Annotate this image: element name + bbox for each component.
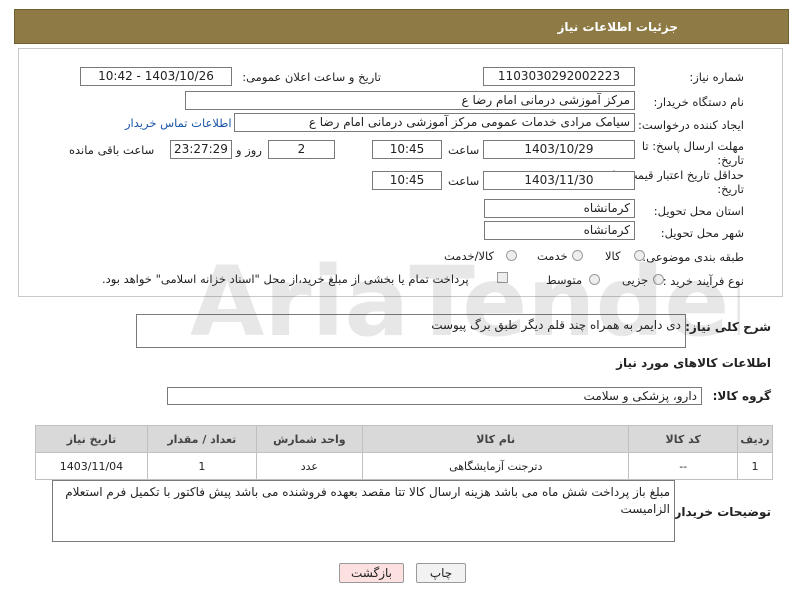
process-option-medium: متوسط: [546, 273, 583, 287]
goods-group-label: گروه کالا:: [712, 389, 771, 403]
category-option-goods-service: کالا/خدمت: [444, 249, 495, 263]
days-label: روز و: [236, 143, 262, 157]
cell-code: --: [628, 452, 738, 480]
buyer-contact-link[interactable]: اطلاعات تماس خریدار: [125, 116, 232, 130]
creator-field: سیامک مرادی خدمات عمومی مرکز آموزشی درما…: [234, 113, 635, 132]
col-unit: واحد شمارش: [255, 425, 364, 453]
col-name: نام کالا: [362, 425, 630, 453]
page-title: جزئیات اطلاعات نیاز: [557, 20, 678, 34]
treasury-payment-checkbox[interactable]: [497, 272, 508, 283]
announce-date-label: تاریخ و ساعت اعلان عمومی:: [242, 70, 381, 84]
goods-table-header: ردیف کد کالا نام کالا واحد شمارش تعداد /…: [35, 425, 773, 453]
print-button[interactable]: چاپ: [416, 563, 466, 583]
cell-unit: عدد: [255, 452, 364, 480]
col-code: کد کالا: [628, 425, 738, 453]
process-radio-medium[interactable]: [589, 274, 600, 285]
remaining-days-field: 2: [268, 140, 335, 159]
province-field: کرمانشاه: [484, 199, 635, 218]
cell-need-date: 1403/11/04: [35, 452, 148, 480]
validity-label-line2: تاریخ:: [717, 182, 744, 196]
category-option-goods: کالا: [605, 249, 621, 263]
buyer-label: نام دستگاه خریدار:: [653, 95, 744, 109]
buyer-field: مرکز آموزشی درمانی امام رضا ع: [185, 91, 635, 110]
process-radio-minor[interactable]: [653, 274, 664, 285]
goods-section-title: اطلاعات کالاهای مورد نیاز: [616, 356, 771, 370]
process-label: نوع فرآیند خرید :: [662, 274, 744, 288]
category-label: طبقه بندی موضوعی:: [642, 250, 744, 264]
category-radio-goods-service[interactable]: [506, 250, 517, 261]
process-option-minor: جزیی: [622, 273, 649, 287]
validity-time-label: ساعت: [448, 174, 480, 188]
cell-row: 1: [737, 452, 773, 480]
description-textarea[interactable]: دی دایمر به همراه چند قلم دیگر طبق برگ پ…: [136, 314, 686, 348]
back-button[interactable]: بازگشت: [339, 563, 404, 583]
validity-date-field: 1403/11/30: [483, 171, 635, 190]
remaining-time-field: 23:27:29: [170, 140, 232, 159]
category-option-service: خدمت: [537, 249, 568, 263]
deadline-label-line1: مهلت ارسال پاسخ: تا: [641, 139, 744, 153]
city-field: کرمانشاه: [484, 221, 635, 240]
remaining-label: ساعت باقی مانده: [69, 143, 155, 157]
col-row: ردیف: [737, 425, 773, 453]
need-number-field: 1103030292002223: [483, 67, 635, 86]
buyer-notes-label: توضیحات خریدار:: [669, 505, 771, 519]
deadline-time-field: 10:45: [372, 140, 442, 159]
category-radio-service[interactable]: [572, 250, 583, 261]
deadline-date-field: 1403/10/29: [483, 140, 635, 159]
buyer-notes-textarea[interactable]: مبلغ باز پرداخت شش ماه می باشد هزینه ارس…: [52, 480, 675, 542]
validity-time-field: 10:45: [372, 171, 442, 190]
goods-table: ردیف کد کالا نام کالا واحد شمارش تعداد /…: [35, 425, 773, 480]
need-number-label: شماره نیاز:: [689, 70, 744, 84]
province-label: استان محل تحویل:: [653, 204, 744, 218]
description-label: شرح کلی نیاز:: [685, 320, 771, 334]
col-need-date: تاریخ نیاز: [35, 425, 148, 453]
deadline-time-label: ساعت: [448, 143, 480, 157]
goods-group-field: دارو، پزشکی و سلامت: [167, 387, 702, 405]
cell-quantity: 1: [146, 452, 257, 480]
page-header: جزئیات اطلاعات نیاز: [14, 9, 789, 44]
treasury-payment-note: پرداخت تمام یا بخشی از مبلغ خرید،از محل …: [102, 272, 469, 286]
deadline-label-line2: تاریخ:: [717, 153, 744, 167]
category-radio-goods[interactable]: [634, 250, 645, 261]
announce-date-field: 1403/10/26 - 10:42: [80, 67, 232, 86]
creator-label: ایجاد کننده درخواست:: [638, 118, 744, 132]
table-row: 1 -- دترجنت آزمایشگاهی عدد 1 1403/11/04: [35, 452, 773, 480]
cell-name: دترجنت آزمایشگاهی: [362, 452, 630, 480]
col-quantity: تعداد / مقدار: [146, 425, 257, 453]
city-label: شهر محل تحویل:: [660, 226, 744, 240]
